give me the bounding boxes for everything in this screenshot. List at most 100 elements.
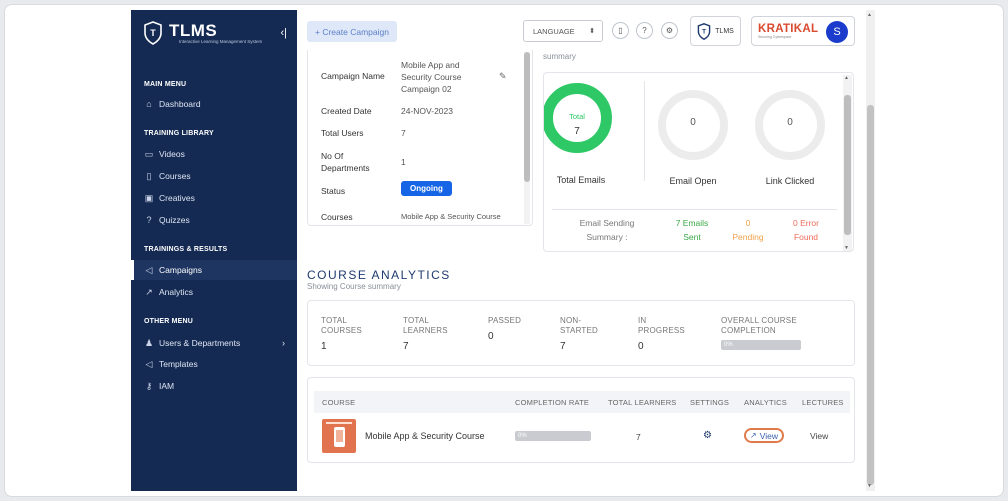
error-label: Found — [793, 232, 819, 242]
sidebar-item-label: IAM — [159, 381, 175, 391]
sidebar-item-creatives[interactable]: ▣ Creatives — [131, 188, 297, 208]
course-analytics-title: COURSE ANALYTICS — [307, 268, 451, 282]
col-settings: SETTINGS — [690, 398, 730, 407]
svg-text:T: T — [150, 28, 156, 38]
logo-subtitle: Interactive Learning Management System — [179, 39, 263, 44]
sidebar-item-videos[interactable]: ▭ Videos — [131, 144, 297, 164]
sidebar-item-label: Analytics — [159, 287, 194, 297]
scroll-up-icon[interactable]: ▲ — [844, 75, 849, 81]
language-select-value: LANGUAGE — [533, 26, 575, 36]
course-name[interactable]: Mobile App & Security Course — [365, 431, 485, 441]
lectures-view-link[interactable]: View — [810, 431, 828, 441]
course-table-card: COURSE COMPLETION RATE TOTAL LEARNERS SE… — [307, 377, 855, 463]
scroll-down-icon[interactable]: ▼ — [844, 245, 849, 251]
help-icon[interactable]: ? — [636, 22, 653, 39]
sent-count: 7 Emails — [675, 218, 709, 228]
sidebar-item-templates[interactable]: ◁ Templates — [131, 354, 297, 374]
settings-gear-icon[interactable]: ⚙ — [703, 430, 712, 441]
total-users-label: Total Users — [321, 128, 364, 138]
total-ring-value: 7 — [574, 126, 580, 137]
sidebar-item-dashboard[interactable]: ⌂ Dashboard — [131, 94, 297, 114]
in-progress-label: IN PROGRESS — [638, 316, 685, 335]
svg-text:T: T — [702, 28, 706, 35]
sidebar-item-label: Courses — [159, 171, 191, 181]
learners-count: 7 — [636, 432, 641, 442]
total-courses-label: TOTAL COURSES — [321, 316, 362, 335]
book-open-icon[interactable]: ▯ — [612, 22, 629, 39]
pending-count: 0 — [745, 218, 751, 228]
total-learners-value: 7 — [403, 341, 409, 352]
link-clicked-label: Link Clicked — [765, 176, 815, 186]
sidebar-item-users-departments[interactable]: ♟ Users & Departments › — [131, 333, 297, 353]
section-training-library: TRAINING LIBRARY — [144, 130, 214, 137]
chart-line-icon: ↗ — [750, 431, 757, 440]
total-emails-label: Total Emails — [556, 175, 606, 185]
campaign-card-scrollbar-thumb[interactable] — [524, 52, 530, 182]
scroll-down-icon[interactable]: ▼ — [867, 483, 872, 489]
collapse-sidebar-icon[interactable]: ‹| — [280, 27, 287, 39]
email-summary-header: summary — [543, 52, 576, 61]
col-completion-rate: COMPLETION RATE — [515, 398, 590, 407]
tlms-badge[interactable]: T TLMS — [690, 16, 741, 46]
megaphone-icon: ◁ — [145, 264, 153, 275]
total-courses-value: 1 — [321, 341, 327, 352]
email-card-scrollbar-thumb[interactable] — [844, 95, 851, 235]
organization-logo: KRATIKAL — [758, 23, 819, 35]
page-scrollbar[interactable]: ▲ ▼ — [866, 10, 875, 491]
create-campaign-button[interactable]: + Create Campaign — [307, 21, 397, 42]
home-icon: ⌂ — [146, 99, 152, 109]
email-open-value: 0 — [690, 117, 696, 128]
video-icon: ▭ — [144, 148, 154, 159]
email-open-label: Email Open — [669, 176, 717, 186]
app-logo[interactable]: T TLMS Interactive Learning Management S… — [143, 17, 262, 49]
campaign-card-scrollbar[interactable] — [524, 52, 530, 224]
image-icon: ▣ — [144, 192, 154, 203]
status-label: Status — [321, 186, 346, 196]
organization-badge[interactable]: KRATIKAL Securing Cyberspace S — [751, 16, 855, 46]
analytics-view-button[interactable]: ↗ View — [744, 428, 784, 443]
non-started-value: 7 — [560, 341, 566, 352]
departments-value: 1 — [401, 157, 406, 167]
campaign-name-label: Campaign Name — [321, 71, 385, 81]
tlms-badge-label: TLMS — [715, 27, 734, 35]
settings-gear-icon[interactable]: ⚙ — [661, 22, 678, 39]
updown-arrow-icon: ⬍ — [589, 28, 595, 35]
sidebar-item-label: Dashboard — [159, 99, 201, 109]
total-users-value: 7 — [401, 128, 406, 138]
overall-completion-label: OVERALL COURSE COMPLETION — [721, 316, 797, 335]
megaphone-icon: ◁ — [145, 358, 153, 369]
sidebar-item-label: Campaigns — [159, 265, 202, 275]
sidebar-item-analytics[interactable]: ↗ Analytics — [131, 282, 297, 302]
campaign-name-value: Mobile App and Security Course Campaign … — [401, 60, 462, 94]
shield-logo-icon: T — [697, 22, 711, 40]
passed-value: 0 — [488, 331, 494, 342]
sidebar-item-quizzes[interactable]: ? Quizzes — [131, 210, 297, 230]
scroll-up-icon[interactable]: ▲ — [867, 12, 872, 18]
completion-rate-bar: 0% — [515, 431, 591, 441]
col-lectures: LECTURES — [802, 398, 844, 407]
chevron-right-icon: › — [282, 338, 285, 348]
in-progress-value: 0 — [638, 341, 644, 352]
col-total-learners: TOTAL LEARNERS — [608, 398, 677, 407]
status-badge: Ongoing — [401, 181, 452, 196]
sidebar: T TLMS Interactive Learning Management S… — [131, 10, 297, 491]
user-avatar[interactable]: S — [826, 21, 848, 43]
email-card-scrollbar[interactable]: ▲ ▼ — [843, 75, 852, 251]
chart-line-icon: ↗ — [145, 286, 153, 297]
page-scrollbar-thumb[interactable] — [867, 105, 874, 485]
sidebar-item-campaigns[interactable]: ◁ Campaigns — [131, 260, 297, 280]
total-learners-label: TOTAL LEARNERS — [403, 316, 448, 335]
departments-label: No Of Departments — [321, 151, 370, 173]
email-summary-card: Total 7 Total Emails 0 Email Open 0 Link… — [543, 72, 854, 252]
edit-icon[interactable]: ✎ — [499, 71, 507, 82]
logo-title: TLMS — [169, 21, 218, 40]
divider — [644, 81, 645, 181]
sidebar-item-label: Templates — [159, 359, 198, 369]
sidebar-item-courses[interactable]: ▯ Courses — [131, 166, 297, 186]
question-icon: ? — [146, 215, 152, 225]
sidebar-item-iam[interactable]: ⚷ IAM — [131, 376, 297, 396]
sent-label: Sent — [683, 232, 701, 242]
section-trainings-results: TRAININGS & RESULTS — [144, 246, 228, 253]
language-select[interactable]: LANGUAGE ⬍ — [523, 20, 603, 42]
course-stats-card: TOTAL COURSES 1 TOTAL LEARNERS 7 PASSED … — [307, 300, 855, 366]
